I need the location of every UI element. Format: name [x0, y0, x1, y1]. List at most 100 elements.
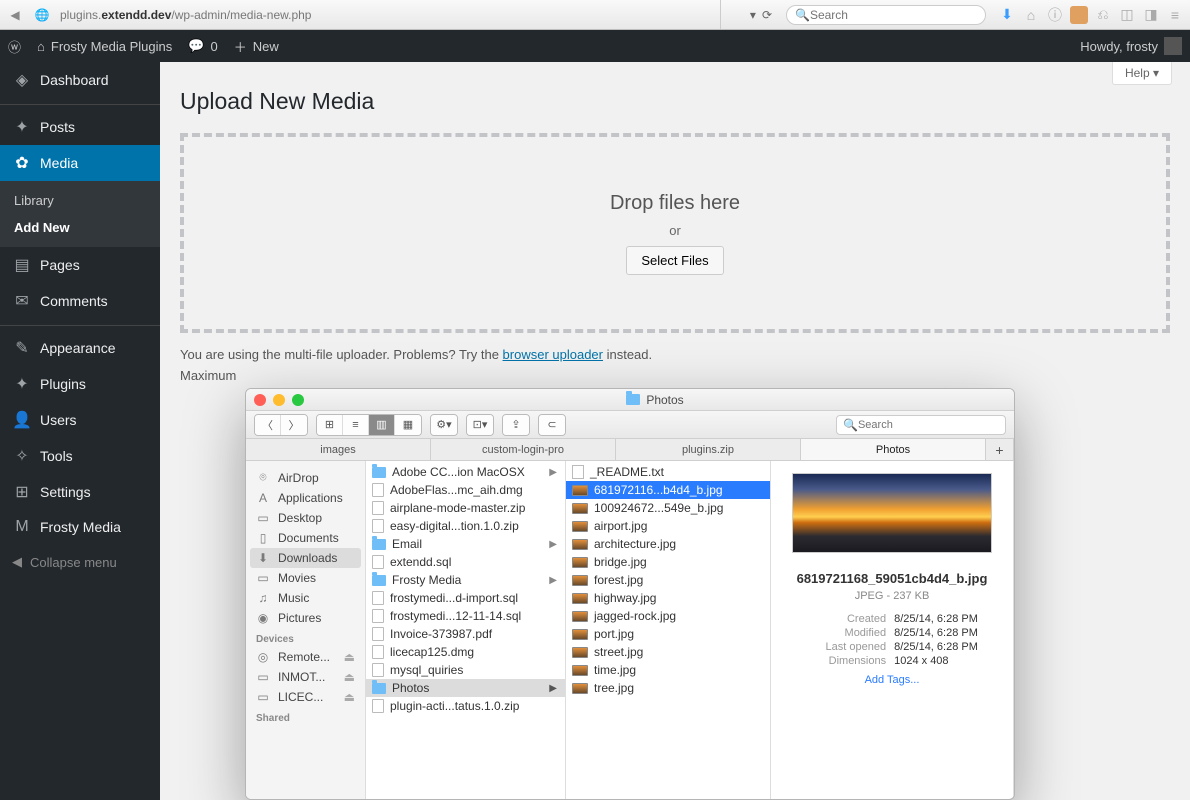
menu-icon[interactable]: ≡ — [1166, 6, 1184, 24]
sidebar-item-users[interactable]: 👤Users — [0, 402, 160, 438]
finder-row[interactable]: frostymedi...12-11-14.sql — [366, 607, 565, 625]
column-view-button[interactable]: ▥ — [369, 415, 395, 435]
fav-icon: ▯ — [256, 531, 270, 545]
forward-button[interactable]: 〉 — [281, 415, 307, 435]
nav-back-button[interactable]: ◀ — [0, 8, 30, 22]
view-segment[interactable]: ⊞ ≡ ▥ ▦ — [316, 414, 422, 436]
sidebar-item-pages[interactable]: ▤Pages — [0, 247, 160, 283]
back-button[interactable]: 〈 — [255, 415, 281, 435]
arrange-button[interactable]: ⚙▾ — [431, 415, 457, 435]
addon-icon[interactable] — [1070, 6, 1088, 24]
finder-fav-music[interactable]: ♫Music — [246, 588, 365, 608]
finder-row[interactable]: tree.jpg — [566, 679, 770, 697]
finder-fav-documents[interactable]: ▯Documents — [246, 528, 365, 548]
finder-row[interactable]: extendd.sql — [366, 553, 565, 571]
finder-row[interactable]: easy-digital...tion.1.0.zip — [366, 517, 565, 535]
tags-button[interactable]: ⊂ — [539, 415, 565, 435]
browser-uploader-link[interactable]: browser uploader — [503, 347, 603, 362]
finder-row[interactable]: architecture.jpg — [566, 535, 770, 553]
sidebar-item-media[interactable]: ✿Media — [0, 145, 160, 181]
finder-row[interactable]: port.jpg — [566, 625, 770, 643]
howdy-account[interactable]: Howdy, frosty — [1072, 30, 1190, 62]
submenu-add-new[interactable]: Add New — [0, 214, 160, 241]
wp-logo[interactable]: ⓦ — [0, 30, 29, 62]
sidebar-item-settings[interactable]: ⊞Settings — [0, 474, 160, 510]
upload-dropzone[interactable]: Drop files here or Select Files — [180, 133, 1170, 333]
finder-row[interactable]: Photos▶ — [366, 679, 565, 697]
finder-fav-pictures[interactable]: ◉Pictures — [246, 608, 365, 628]
finder-titlebar[interactable]: Photos — [246, 389, 1014, 411]
add-tags-link[interactable]: Add Tags... — [865, 674, 920, 686]
finder-row[interactable]: Email▶ — [366, 535, 565, 553]
addon2-icon[interactable]: ◫ — [1118, 6, 1136, 24]
new-content-link[interactable]: ＋ New — [226, 30, 287, 62]
select-files-button[interactable]: Select Files — [626, 246, 723, 275]
minimize-icon[interactable] — [273, 394, 285, 406]
finder-tab[interactable]: images — [246, 439, 431, 460]
reload-button[interactable]: ▾⟳ — [720, 0, 780, 29]
url-bar[interactable]: plugins.extendd.dev/wp-admin/media-new.p… — [54, 5, 720, 25]
new-tab-button[interactable]: + — [986, 439, 1014, 460]
finder-device[interactable]: ◎Remote...⏏ — [246, 647, 365, 667]
addon3-icon[interactable]: ◨ — [1142, 6, 1160, 24]
finder-row[interactable]: forest.jpg — [566, 571, 770, 589]
site-name-link[interactable]: ⌂ Frosty Media Plugins — [29, 30, 180, 62]
download-icon[interactable]: ⬇ — [998, 6, 1016, 24]
finder-tab[interactable]: custom-login-pro — [431, 439, 616, 460]
finder-row[interactable]: Adobe CC...ion MacOSX▶ — [366, 463, 565, 481]
finder-row[interactable]: frostymedi...d-import.sql — [366, 589, 565, 607]
finder-row[interactable]: bridge.jpg — [566, 553, 770, 571]
gallery-view-button[interactable]: ▦ — [395, 415, 421, 435]
site-identity-icon[interactable]: 🌐 — [30, 8, 54, 22]
finder-fav-applications[interactable]: AApplications — [246, 488, 365, 508]
home-icon[interactable]: ⌂ — [1022, 6, 1040, 24]
sidebar-item-tools[interactable]: ✧Tools — [0, 438, 160, 474]
sidebar-item-plugins[interactable]: ✦Plugins — [0, 366, 160, 402]
finder-fav-downloads[interactable]: ⬇Downloads — [250, 548, 361, 568]
window-controls[interactable] — [254, 394, 304, 406]
finder-row[interactable]: _README.txt — [566, 463, 770, 481]
browser-search[interactable]: 🔍 — [786, 5, 986, 25]
finder-row[interactable]: time.jpg — [566, 661, 770, 679]
submenu-library[interactable]: Library — [0, 187, 160, 214]
sidebar-item-comments[interactable]: ✉Comments — [0, 283, 160, 319]
finder-row[interactable]: 681972116...b4d4_b.jpg — [566, 481, 770, 499]
comments-link[interactable]: 💬 0 — [180, 30, 225, 62]
finder-tab[interactable]: Photos — [801, 439, 986, 460]
finder-row[interactable]: street.jpg — [566, 643, 770, 661]
finder-fav-airdrop[interactable]: ⌾AirDrop — [246, 467, 365, 488]
finder-row[interactable]: 100924672...549e_b.jpg — [566, 499, 770, 517]
finder-row[interactable]: highway.jpg — [566, 589, 770, 607]
finder-row[interactable]: AdobeFlas...mc_aih.dmg — [366, 481, 565, 499]
finder-tab[interactable]: plugins.zip — [616, 439, 801, 460]
sidebar-item-appearance[interactable]: ✎Appearance — [0, 325, 160, 366]
nav-segment[interactable]: 〈 〉 — [254, 414, 308, 436]
finder-row[interactable]: plugin-acti...tatus.1.0.zip — [366, 697, 565, 715]
share-button[interactable]: ⇪ — [503, 415, 529, 435]
finder-device[interactable]: ▭LICEC...⏏ — [246, 687, 365, 707]
sidebar-item-frosty-media[interactable]: MFrosty Media — [0, 510, 160, 544]
finder-device[interactable]: ▭INMOT...⏏ — [246, 667, 365, 687]
finder-row[interactable]: Invoice-373987.pdf — [366, 625, 565, 643]
zoom-icon[interactable] — [292, 394, 304, 406]
finder-row[interactable]: airport.jpg — [566, 517, 770, 535]
browser-addon-icons: ⬇ ⌂ ⓘ ⎌ ◫ ◨ ≡ — [992, 6, 1190, 24]
group-button[interactable]: ⊡▾ — [467, 415, 493, 435]
list-view-button[interactable]: ≡ — [343, 415, 369, 435]
finder-fav-movies[interactable]: ▭Movies — [246, 568, 365, 588]
crop-icon[interactable]: ⎌ — [1094, 6, 1112, 24]
finder-row[interactable]: airplane-mode-master.zip — [366, 499, 565, 517]
finder-row[interactable]: Frosty Media▶ — [366, 571, 565, 589]
icon-view-button[interactable]: ⊞ — [317, 415, 343, 435]
finder-fav-desktop[interactable]: ▭Desktop — [246, 508, 365, 528]
collapse-menu[interactable]: ◀Collapse menu — [0, 544, 160, 580]
finder-row[interactable]: licecap125.dmg — [366, 643, 565, 661]
close-icon[interactable] — [254, 394, 266, 406]
info-icon[interactable]: ⓘ — [1046, 6, 1064, 24]
sidebar-item-posts[interactable]: ✦Posts — [0, 104, 160, 145]
finder-row[interactable]: jagged-rock.jpg — [566, 607, 770, 625]
finder-row[interactable]: mysql_quiries — [366, 661, 565, 679]
finder-search[interactable]: 🔍 — [836, 415, 1006, 435]
help-tab[interactable]: Help ▾ — [1112, 62, 1172, 85]
sidebar-item-dashboard[interactable]: ◈Dashboard — [0, 62, 160, 98]
